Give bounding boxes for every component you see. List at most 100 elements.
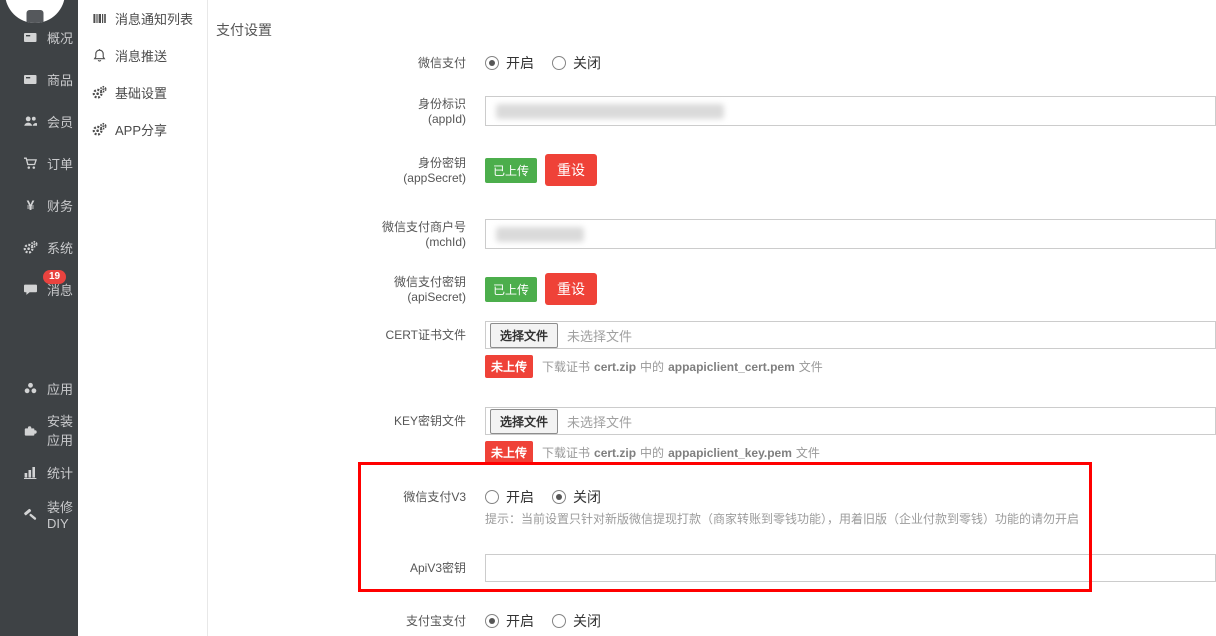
cert-file-hint: 未上传 下载证书 cert.zip 中的 appapiclient_cert.p… (485, 355, 1216, 378)
alipay-option-on[interactable]: 开启 (485, 611, 534, 631)
wechat-pay-v3-option-off[interactable]: 关闭 (552, 487, 601, 507)
submenu-item-app-share[interactable]: APP分享 (78, 111, 207, 148)
sidebar-item-label: 安装应用 (47, 411, 78, 449)
form-row-mch-id: 微信支付商户号 (mchId) (216, 219, 1216, 250)
zip-filename: cert.zip (594, 446, 636, 460)
form-row-wechat-pay: 微信支付 开启 关闭 (216, 53, 1216, 73)
radio-label: 关闭 (573, 611, 601, 631)
wechat-pay-v3-option-on[interactable]: 开启 (485, 487, 534, 507)
settings-submenu: 消息通知列表 消息推送 基础设置 APP分享 (78, 0, 208, 636)
submenu-item-label: 基础设置 (115, 83, 167, 102)
sidebar-item-label: 装修DIY (47, 497, 78, 531)
sidebar-item-members[interactable]: 会员 (0, 100, 78, 142)
form-row-app-id: 身份标识 (appId) (216, 96, 1216, 127)
main-sidebar: 概况 商品 会员 订单 ¥ 财务 (0, 0, 78, 636)
reset-app-secret-button[interactable]: 重设 (545, 154, 597, 186)
field-label: 微信支付 (216, 53, 485, 71)
message-count-badge: 19 (43, 270, 66, 284)
sidebar-item-label: 系统 (47, 238, 73, 257)
form-row-key-file: KEY密钥文件 选择文件 未选择文件 未上传 下载证书 cert.zip 中的 … (216, 407, 1216, 464)
radio-label: 开启 (506, 487, 534, 507)
reset-api-secret-button[interactable]: 重设 (545, 273, 597, 305)
sidebar-item-overview[interactable]: 概况 (0, 16, 78, 58)
alipay-radio-group: 开启 关闭 (485, 611, 1216, 631)
radio-label: 关闭 (573, 487, 601, 507)
alipay-option-off[interactable]: 关闭 (552, 611, 601, 631)
form-row-apiv3-key: ApiV3密钥 (216, 554, 1216, 582)
field-label: ApiV3密钥 (216, 554, 485, 576)
mch-id-input[interactable] (485, 219, 1216, 249)
sidebar-item-apps[interactable]: 应用 (0, 367, 78, 409)
sidebar-item-install-apps[interactable]: 安装应用 (0, 409, 78, 451)
payment-settings-page: 概况 商品 会员 订单 ¥ 财务 (0, 0, 1216, 636)
not-uploaded-badge: 未上传 (485, 355, 533, 378)
sidebar-item-label: 财务 (47, 196, 73, 215)
sidebar-item-messages[interactable]: 消息 19 (0, 268, 78, 310)
wechat-pay-option-off[interactable]: 关闭 (552, 53, 601, 73)
sidebar-item-label: 商品 (47, 70, 73, 89)
not-uploaded-badge: 未上传 (485, 441, 533, 464)
form-row-app-secret: 身份密钥 (appSecret) 已上传 重设 (216, 155, 1216, 186)
uploaded-badge: 已上传 (485, 158, 537, 183)
alipay-off-radio[interactable] (552, 614, 566, 628)
radio-label: 开启 (506, 53, 534, 73)
chat-icon (23, 282, 38, 297)
submenu-item-notify-list[interactable]: 消息通知列表 (78, 0, 207, 37)
cogs-icon (92, 85, 107, 100)
goods-icon (23, 72, 38, 87)
field-label: CERT证书文件 (216, 321, 485, 343)
zip-filename: cert.zip (594, 360, 636, 374)
no-file-text: 未选择文件 (567, 326, 632, 345)
key-file-hint: 未上传 下载证书 cert.zip 中的 appapiclient_key.pe… (485, 441, 1216, 464)
radio-label: 开启 (506, 611, 534, 631)
sidebar-item-label: 统计 (47, 463, 73, 482)
cogs-icon (92, 122, 107, 137)
submenu-item-basic-settings[interactable]: 基础设置 (78, 74, 207, 111)
wechat-pay-radio-group: 开启 关闭 (485, 53, 1216, 73)
sidebar-item-orders[interactable]: 订单 (0, 142, 78, 184)
cert-file-input[interactable]: 选择文件 未选择文件 (485, 321, 1216, 349)
page-title: 支付设置 (216, 20, 1216, 36)
radio-label: 关闭 (573, 53, 601, 73)
form-row-wechat-pay-v3: 微信支付V3 开启 关闭 提示：当前设置只针对新版微信提现打款（商家转账到零钱功… (216, 487, 1216, 526)
field-label: 微信支付商户号 (mchId) (216, 219, 485, 250)
choose-file-button[interactable]: 选择文件 (490, 409, 558, 434)
wechat-pay-v3-on-radio[interactable] (485, 490, 499, 504)
sidebar-item-diy[interactable]: 装修DIY (0, 493, 78, 535)
bell-icon (92, 48, 107, 63)
uploaded-badge: 已上传 (485, 277, 537, 302)
bar-chart-icon (23, 465, 38, 480)
yen-icon: ¥ (23, 198, 38, 213)
sidebar-item-finance[interactable]: ¥ 财务 (0, 184, 78, 226)
submenu-item-message-push[interactable]: 消息推送 (78, 37, 207, 74)
pem-filename: appapiclient_key.pem (668, 446, 792, 460)
app-id-input[interactable] (485, 96, 1216, 126)
field-label: 微信支付密钥 (apiSecret) (216, 274, 485, 305)
cart-icon (23, 156, 38, 171)
key-file-input[interactable]: 选择文件 未选择文件 (485, 407, 1216, 435)
submenu-item-label: APP分享 (115, 120, 167, 139)
sidebar-item-stats[interactable]: 统计 (0, 451, 78, 493)
choose-file-button[interactable]: 选择文件 (490, 323, 558, 348)
wechat-pay-on-radio[interactable] (485, 56, 499, 70)
wechat-pay-v3-off-radio[interactable] (552, 490, 566, 504)
sidebar-item-label: 订单 (47, 154, 73, 173)
main-content: 支付设置 微信支付 开启 关闭 身份标识 (208, 0, 1216, 636)
wechat-pay-off-radio[interactable] (552, 56, 566, 70)
pem-filename: appapiclient_cert.pem (668, 360, 795, 374)
field-label: 支付宝支付 (216, 611, 485, 629)
form-row-api-secret: 微信支付密钥 (apiSecret) 已上传 重设 (216, 274, 1216, 305)
apiv3-key-input[interactable] (485, 554, 1216, 582)
wechat-pay-option-on[interactable]: 开启 (485, 53, 534, 73)
sidebar-item-goods[interactable]: 商品 (0, 58, 78, 100)
field-label: 微信支付V3 (216, 487, 485, 505)
no-file-text: 未选择文件 (567, 412, 632, 431)
sidebar-item-label: 会员 (47, 112, 73, 131)
form-row-alipay: 支付宝支付 开启 关闭 (216, 611, 1216, 631)
redacted-value (496, 227, 584, 242)
sidebar-item-label: 概况 (47, 28, 73, 47)
wechat-pay-v3-radio-group: 开启 关闭 (485, 487, 1216, 507)
sidebar-item-system[interactable]: 系统 (0, 226, 78, 268)
alipay-on-radio[interactable] (485, 614, 499, 628)
sidebar-item-label: 应用 (47, 379, 73, 398)
